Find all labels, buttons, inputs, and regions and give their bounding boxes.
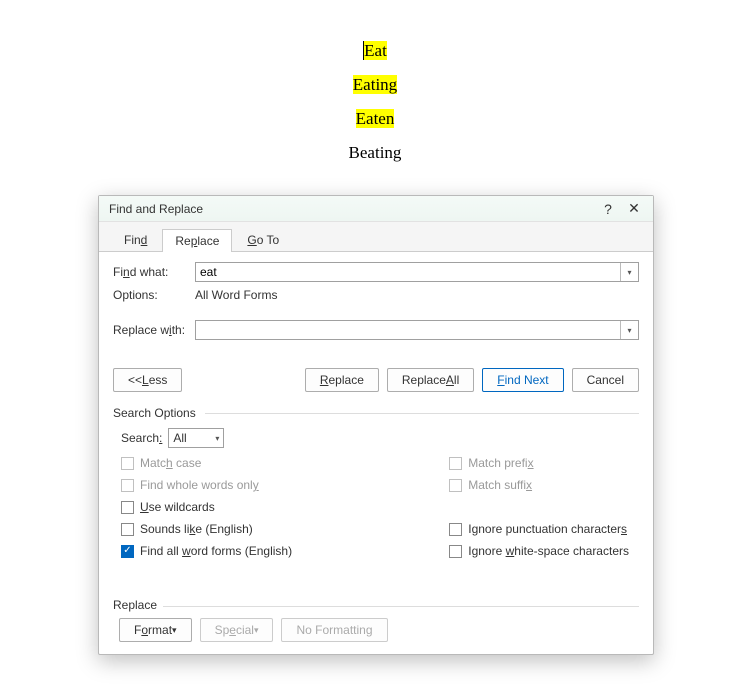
format-button[interactable]: Format [119,618,192,642]
tab-find[interactable]: Find [111,228,160,251]
document-content: Eat Eating Eaten Beating [0,0,750,163]
options-value: All Word Forms [195,288,277,302]
check-match-suffix: Match suffix [449,476,629,494]
no-formatting-button[interactable]: No Formatting [281,618,387,642]
replace-all-button[interactable]: Replace All [387,368,474,392]
check-word-forms[interactable]: Find all word forms (English) [121,542,292,560]
checkbox-icon [121,523,134,536]
chevron-down-icon: ▾ [215,434,219,443]
options-label: Options: [113,288,195,302]
check-use-wildcards[interactable]: Use wildcards [121,498,292,516]
check-ignore-whitespace[interactable]: Ignore white-space characters [449,542,629,560]
special-button[interactable]: Special [200,618,274,642]
search-direction-value: All [173,431,186,445]
less-button[interactable]: << Less [113,368,182,392]
dialog-body: Find what: ▾ Options: All Word Forms Rep… [99,252,653,572]
cancel-button[interactable]: Cancel [572,368,639,392]
replace-with-label: Replace with: [113,323,195,337]
help-button[interactable]: ? [595,198,621,220]
checkbox-checked-icon [121,545,134,558]
tab-replace[interactable]: Replace [162,229,232,252]
replace-button[interactable]: Replace [305,368,379,392]
checkbox-icon [449,457,462,470]
find-replace-dialog: Find and Replace ? ✕ Find Replace Go To … [98,195,654,655]
doc-word-4: Beating [0,143,750,163]
check-match-prefix: Match prefix [449,454,629,472]
tab-goto[interactable]: Go To [234,228,292,251]
check-ignore-punct[interactable]: Ignore punctuation characters [449,520,629,538]
search-options-title: Search Options [113,402,639,420]
dialog-titlebar: Find and Replace ? ✕ [99,196,653,222]
check-match-case: Match case [121,454,292,472]
replace-with-field[interactable]: ▾ [195,320,639,340]
find-next-button[interactable]: Find Next [482,368,563,392]
doc-word-3: Eaten [0,109,750,129]
close-button[interactable]: ✕ [621,198,647,220]
dialog-tabs: Find Replace Go To [99,222,653,252]
checkbox-icon [121,457,134,470]
checkbox-icon [121,501,134,514]
find-what-field[interactable]: ▾ [195,262,639,282]
dialog-title: Find and Replace [109,202,595,216]
replace-with-input[interactable] [196,321,620,339]
bottom-toolbar: Replace Format Special No Formatting [113,598,639,642]
find-what-dropdown-icon[interactable]: ▾ [620,263,638,281]
bottom-section-title: Replace [113,598,639,612]
search-direction-select[interactable]: All ▾ [168,428,224,448]
checkbox-icon [449,523,462,536]
find-what-label: Find what: [113,265,195,279]
replace-with-dropdown-icon[interactable]: ▾ [620,321,638,339]
find-what-input[interactable] [196,263,620,281]
checkbox-icon [449,545,462,558]
doc-word-2: Eating [0,75,750,95]
check-whole-words: Find whole words only [121,476,292,494]
check-sounds-like[interactable]: Sounds like (English) [121,520,292,538]
doc-word-1: Eat [0,41,750,61]
search-direction-label: Search: [121,431,162,445]
checkbox-icon [449,479,462,492]
checkbox-icon [121,479,134,492]
